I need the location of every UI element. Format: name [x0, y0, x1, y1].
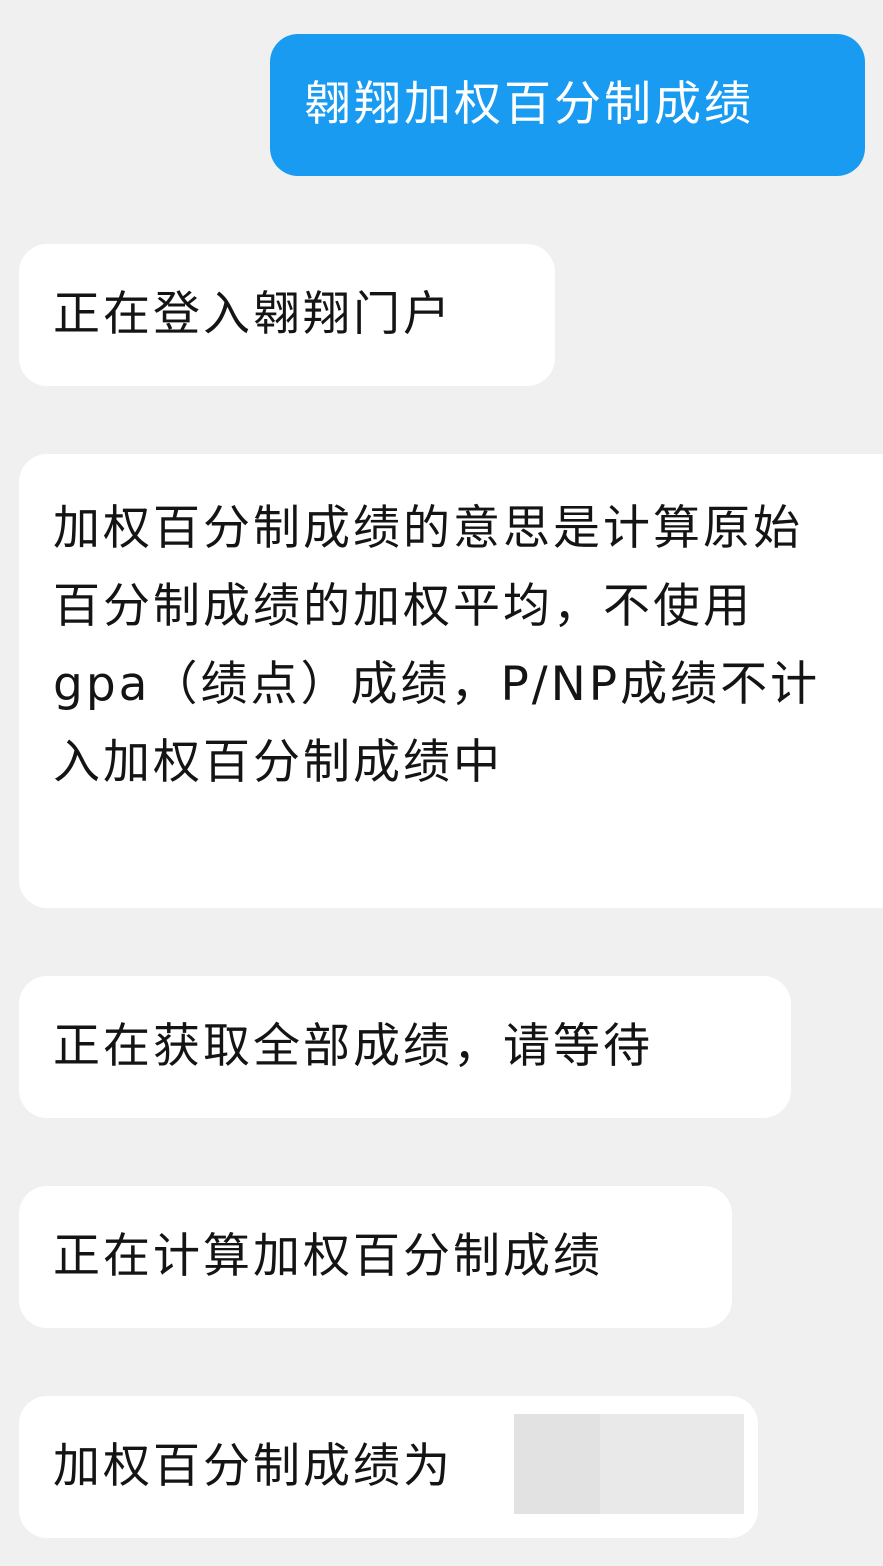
bot-message-text-calc: 正在计算加权百分制成绩	[53, 1229, 603, 1284]
redaction-left	[514, 1414, 600, 1514]
redacted-score-block	[514, 1414, 744, 1514]
bot-message-bubble-calc: 正在计算加权百分制成绩	[19, 1186, 732, 1328]
bot-message-text-fetch: 正在获取全部成绩，请等待	[53, 1019, 653, 1074]
bot-message-bubble-fetch: 正在获取全部成绩，请等待	[19, 976, 791, 1118]
user-message-bubble: 翱翔加权百分制成绩	[270, 34, 865, 176]
user-message-text: 翱翔加权百分制成绩	[304, 77, 754, 132]
bot-message-text-result: 加权百分制成绩为	[53, 1439, 453, 1494]
bot-message-text-login: 正在登入翱翔门户	[53, 287, 453, 342]
bot-message-bubble-result: 加权百分制成绩为	[19, 1396, 758, 1538]
bot-message-bubble-login: 正在登入翱翔门户	[19, 244, 555, 386]
redaction-right	[600, 1414, 744, 1514]
bot-message-text-explanation: 加权百分制成绩的意思是计算原始百分制成绩的加权平均，不使用gpa（绩点）成绩，P…	[53, 501, 821, 790]
bot-message-bubble-explanation: 加权百分制成绩的意思是计算原始百分制成绩的加权平均，不使用gpa（绩点）成绩，P…	[19, 454, 883, 908]
